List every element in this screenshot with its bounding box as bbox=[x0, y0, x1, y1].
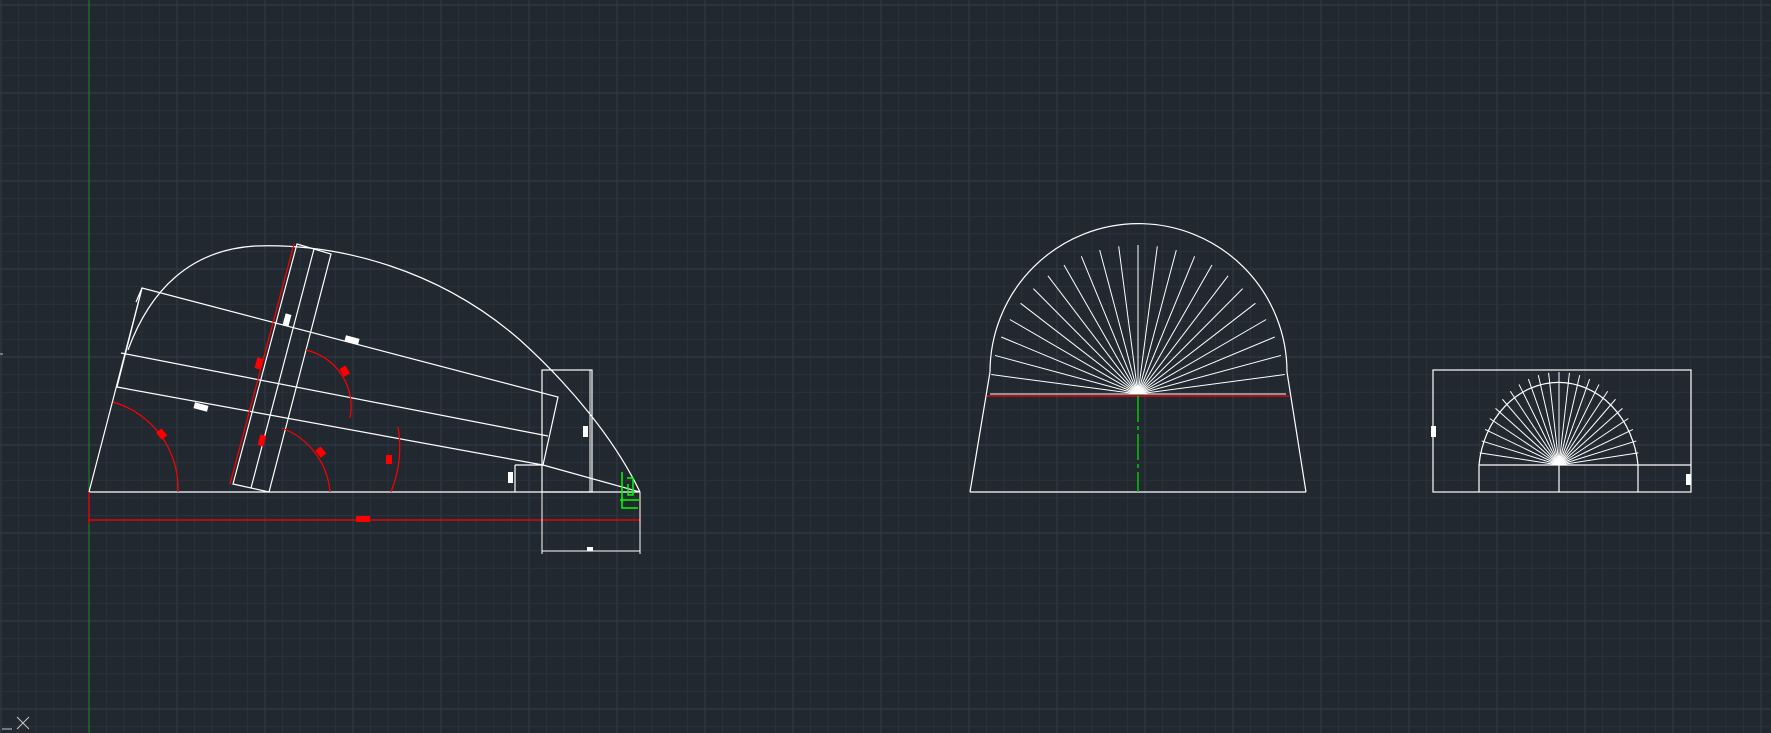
front-view-ray-lines bbox=[990, 245, 1286, 395]
dim-marker-d bbox=[583, 426, 588, 437]
end-view-ray-lines bbox=[1479, 372, 1639, 466]
dim-marker-a bbox=[282, 313, 292, 327]
dimension-text-overall[interactable] bbox=[356, 516, 370, 522]
ray-line bbox=[1137, 256, 1196, 395]
end-dim-marker-right bbox=[1686, 474, 1691, 485]
drawing-viewport[interactable] bbox=[0, 0, 1771, 733]
angle-text-4[interactable] bbox=[339, 365, 350, 377]
ray-line bbox=[1137, 336, 1275, 395]
angle-arc-2[interactable] bbox=[281, 427, 331, 493]
end-view-outline[interactable] bbox=[1432, 369, 1692, 493]
drawing-canvas[interactable] bbox=[0, 0, 1771, 733]
ray-line bbox=[1537, 375, 1560, 466]
angle-arc-3[interactable] bbox=[390, 426, 401, 493]
right-block-dimensions[interactable] bbox=[541, 370, 641, 554]
angle-text-3[interactable] bbox=[386, 455, 392, 464]
end-dim-marker-left bbox=[1431, 426, 1436, 437]
dim-marker-f bbox=[587, 547, 593, 551]
ucs-axis-icon bbox=[2, 716, 30, 730]
angle-arc-1[interactable] bbox=[112, 401, 179, 493]
background-grid bbox=[0, 0, 1771, 733]
angle-arc-4[interactable] bbox=[305, 349, 352, 419]
side-view-dimensions[interactable] bbox=[88, 243, 641, 524]
dim-marker-e bbox=[508, 472, 513, 483]
end-view[interactable] bbox=[1432, 369, 1692, 493]
strip-dim-text-1[interactable] bbox=[254, 357, 264, 370]
selected-object[interactable] bbox=[620, 472, 640, 509]
ray-line bbox=[1558, 375, 1581, 466]
tilted-body-outline[interactable] bbox=[116, 287, 559, 466]
angle-text-1[interactable] bbox=[156, 428, 168, 440]
